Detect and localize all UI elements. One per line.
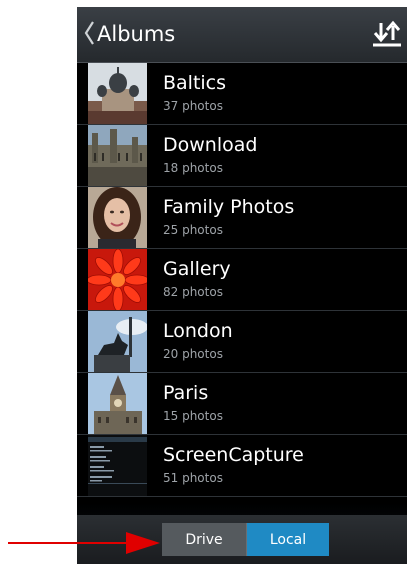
album-name: London	[163, 320, 233, 342]
album-name: Download	[163, 134, 258, 156]
album-name: Gallery	[163, 258, 231, 280]
drive-tab[interactable]: Drive	[162, 523, 247, 556]
album-count: 51 photos	[163, 471, 223, 485]
album-item-screencapture[interactable]: ScreenCapture 51 photos	[77, 435, 407, 497]
album-count: 18 photos	[163, 161, 223, 175]
chevron-left-icon	[84, 21, 94, 45]
statue-photo	[88, 311, 147, 372]
red-flower-photo	[88, 249, 147, 310]
clock-tower-photo	[88, 373, 147, 434]
action-bar: Albums	[77, 7, 407, 63]
album-list: Baltics 37 photos Download 18 photos Fam…	[77, 63, 407, 564]
phone-screen: Albums Baltics 37 photos Download 18 pho…	[77, 7, 407, 564]
album-count: 20 photos	[163, 347, 223, 361]
annotation-arrow-icon	[8, 530, 168, 556]
album-name: ScreenCapture	[163, 444, 304, 466]
album-name: Baltics	[163, 72, 227, 94]
page-title: Albums	[97, 22, 176, 46]
sort-button[interactable]	[372, 20, 402, 48]
album-item-paris[interactable]: Paris 15 photos	[77, 373, 407, 435]
album-name: Family Photos	[163, 196, 295, 218]
album-count: 37 photos	[163, 99, 223, 113]
album-name: Paris	[163, 382, 209, 404]
album-item-download[interactable]: Download 18 photos	[77, 125, 407, 187]
album-count: 25 photos	[163, 223, 223, 237]
album-count: 15 photos	[163, 409, 223, 423]
settings-screenshot-photo	[88, 435, 147, 496]
album-count: 82 photos	[163, 285, 223, 299]
album-item-gallery[interactable]: Gallery 82 photos	[77, 249, 407, 311]
back-button[interactable]	[83, 19, 95, 47]
portrait-photo	[88, 187, 147, 248]
local-tab[interactable]: Local	[247, 523, 329, 556]
album-item-family-photos[interactable]: Family Photos 25 photos	[77, 187, 407, 249]
domed-building-photo	[88, 63, 147, 124]
sort-up-down-icon	[373, 20, 401, 47]
album-item-london[interactable]: London 20 photos	[77, 311, 407, 373]
album-item-baltics[interactable]: Baltics 37 photos	[77, 63, 407, 125]
parliament-building-photo	[88, 125, 147, 186]
